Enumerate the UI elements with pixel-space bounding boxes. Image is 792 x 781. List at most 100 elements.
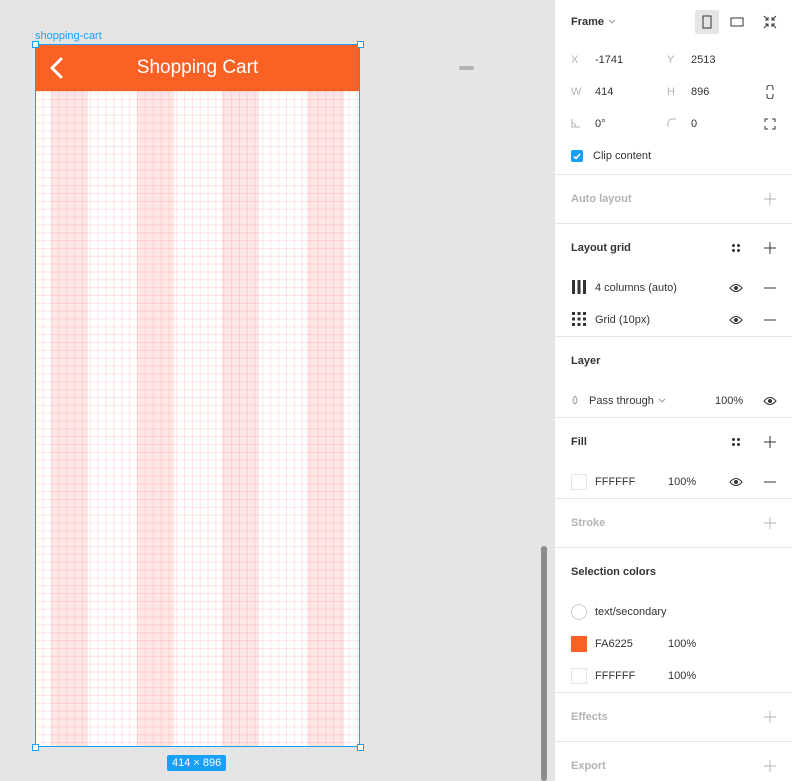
y-value[interactable]: 2513	[691, 54, 715, 66]
h-field[interactable]: H 896	[667, 86, 763, 98]
export-title: Export	[571, 760, 606, 772]
clip-content-row[interactable]: Clip content	[555, 140, 792, 172]
corner-actions	[762, 108, 778, 140]
auto-layout-actions	[762, 175, 778, 223]
shopping-cart-frame[interactable]: Shopping Cart	[35, 44, 360, 747]
x-label: X	[571, 54, 579, 66]
app-bar-title: Shopping Cart	[136, 56, 259, 78]
color-swatch[interactable]	[571, 668, 587, 684]
fill-hex[interactable]: FFFFFF	[595, 476, 635, 488]
fill-section: Fill FFFFFF 100%	[555, 418, 792, 499]
w-field[interactable]: W 414	[571, 86, 667, 98]
w-value[interactable]: 414	[595, 86, 613, 98]
fill-header-actions	[728, 418, 778, 466]
grid-styles-icon[interactable]	[728, 240, 744, 256]
h-value[interactable]: 896	[691, 86, 709, 98]
canvas-scrollbar[interactable]	[541, 546, 547, 781]
selection-color-item[interactable]: FFFFFF 100%	[555, 660, 792, 692]
layer-blend-row: Pass through 100%	[555, 385, 792, 417]
chevron-down-icon[interactable]	[608, 16, 616, 28]
rotation-value[interactable]: 0°	[595, 118, 606, 130]
rotation-icon	[571, 118, 595, 131]
layout-grid-item-label[interactable]: 4 columns (auto)	[595, 282, 677, 294]
remove-icon[interactable]	[762, 280, 778, 296]
add-export-icon[interactable]	[762, 758, 778, 774]
stroke-actions	[762, 499, 778, 547]
selection-color-opacity[interactable]: 100%	[668, 670, 696, 682]
fill-opacity[interactable]: 100%	[668, 476, 696, 488]
canvas-element[interactable]	[459, 66, 474, 70]
selection-color-item[interactable]: FA6225 100%	[555, 628, 792, 660]
frame-actions	[762, 0, 778, 44]
stroke-section: Stroke	[555, 499, 792, 548]
layout-grid-item[interactable]: 4 columns (auto)	[555, 272, 792, 304]
eye-icon[interactable]	[728, 312, 744, 328]
rotation-field[interactable]: 0°	[571, 118, 667, 131]
selection-colors-section: Selection colors text/secondary FA6225 1…	[555, 548, 792, 693]
add-effect-icon[interactable]	[762, 709, 778, 725]
constrain-proportions-icon[interactable]	[762, 84, 778, 100]
clip-content-checkbox[interactable]	[571, 150, 583, 162]
remove-icon[interactable]	[762, 474, 778, 490]
selection-color-label[interactable]: text/secondary	[595, 606, 667, 618]
landscape-icon[interactable]	[725, 10, 749, 34]
add-auto-layout-icon[interactable]	[762, 191, 778, 207]
add-fill-icon[interactable]	[762, 434, 778, 450]
corner-radius-icon	[667, 118, 691, 131]
layout-grid-item[interactable]: Grid (10px)	[555, 304, 792, 336]
effects-actions	[762, 693, 778, 741]
chevron-down-icon[interactable]	[658, 395, 666, 407]
frame-name-label[interactable]: shopping-cart	[35, 30, 102, 42]
selection-colors-title: Selection colors	[571, 566, 656, 578]
resize-handle-top-right[interactable]	[357, 41, 364, 48]
fill-styles-icon[interactable]	[728, 434, 744, 450]
layout-grid-actions	[728, 224, 778, 272]
y-field[interactable]: Y 2513	[667, 54, 763, 66]
layer-section: Layer Pass through 100%	[555, 337, 792, 418]
layout-grid-item-label[interactable]: Grid (10px)	[595, 314, 650, 326]
fill-color-swatch[interactable]	[571, 474, 587, 490]
fill-item[interactable]: FFFFFF 100%	[555, 466, 792, 498]
resize-handle-bottom-right[interactable]	[357, 744, 364, 751]
app-bar: Shopping Cart	[35, 44, 360, 91]
frame-section-title[interactable]: Frame	[571, 16, 604, 28]
auto-layout-title: Auto layout	[571, 193, 632, 205]
resize-handle-bottom-left[interactable]	[32, 744, 39, 751]
selection-color-label[interactable]: FFFFFF	[595, 670, 635, 682]
color-style-icon[interactable]	[571, 604, 587, 620]
canvas[interactable]: shopping-cart Shopping Cart 414 × 896	[0, 0, 554, 781]
y-label: Y	[667, 54, 675, 66]
blend-mode-icon	[571, 394, 579, 408]
layer-title: Layer	[571, 355, 601, 367]
eye-icon[interactable]	[728, 280, 744, 296]
columns-icon[interactable]	[571, 279, 587, 298]
color-swatch[interactable]	[571, 636, 587, 652]
resize-to-fit-icon[interactable]	[762, 14, 778, 30]
export-actions	[762, 742, 778, 781]
x-value[interactable]: -1741	[595, 54, 623, 66]
remove-icon[interactable]	[762, 312, 778, 328]
portrait-icon[interactable]	[695, 10, 719, 34]
fill-item-actions	[728, 466, 778, 498]
corner-radius-value[interactable]: 0	[691, 118, 697, 130]
selection-color-opacity[interactable]: 100%	[668, 638, 696, 650]
independent-corners-icon[interactable]	[762, 116, 778, 132]
export-section: Export	[555, 742, 792, 781]
selection-color-item[interactable]: text/secondary	[555, 596, 792, 628]
constrain-actions	[762, 76, 778, 108]
grid-icon[interactable]	[571, 311, 587, 330]
add-stroke-icon[interactable]	[762, 515, 778, 531]
eye-icon[interactable]	[728, 474, 744, 490]
layout-grid-item-actions	[728, 272, 778, 304]
blend-mode-select[interactable]: Pass through	[589, 395, 654, 407]
selection-color-label[interactable]: FA6225	[595, 638, 633, 650]
clip-content-label: Clip content	[593, 150, 652, 162]
fill-title: Fill	[571, 436, 587, 448]
corner-radius-field[interactable]: 0	[667, 118, 763, 131]
eye-icon[interactable]	[762, 393, 778, 409]
back-arrow-icon[interactable]	[47, 56, 67, 80]
x-field[interactable]: X -1741	[571, 54, 667, 66]
layer-opacity[interactable]: 100%	[715, 395, 743, 407]
add-layout-grid-icon[interactable]	[762, 240, 778, 256]
resize-handle-top-left[interactable]	[32, 41, 39, 48]
